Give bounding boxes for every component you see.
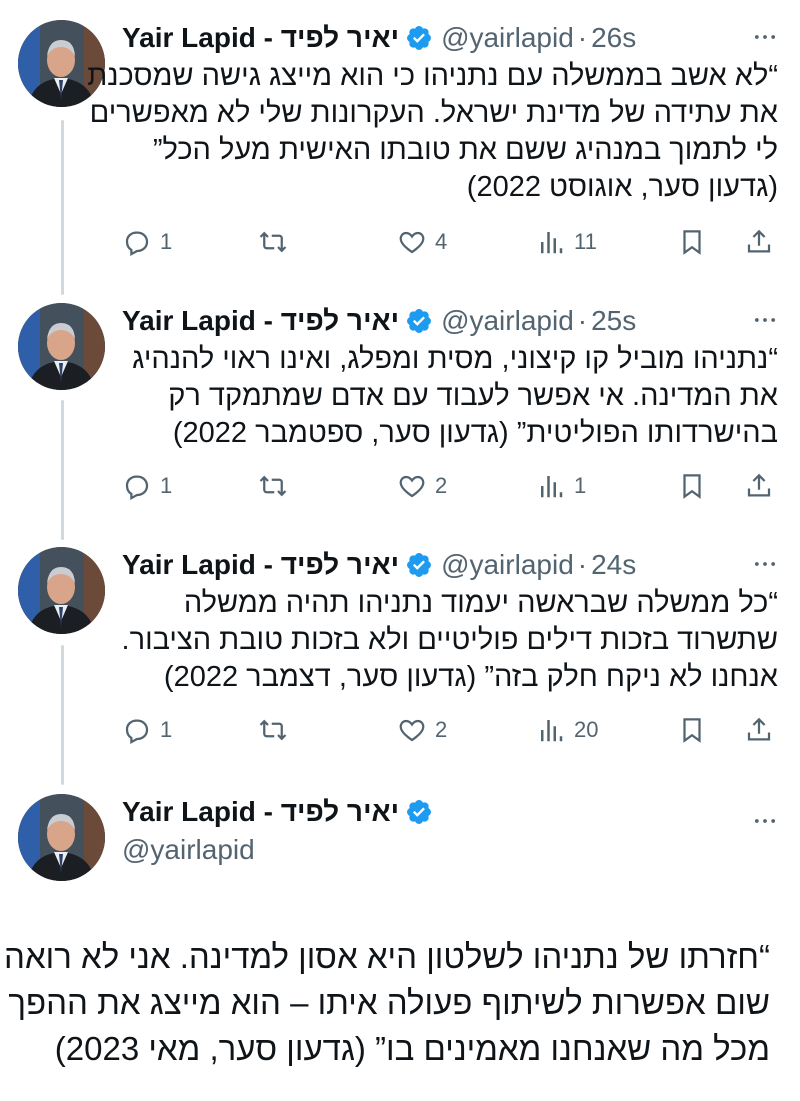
timestamp[interactable]: 25s <box>591 305 636 337</box>
tweet-text: “נתניהו מוביל קו קיצוני, מסית ומפלג, ואי… <box>122 341 778 452</box>
retweet-icon <box>259 231 287 253</box>
like-count: 2 <box>435 717 448 742</box>
tweet-text-line: שום אפשרות לשיתוף פעולה איתו – הוא מייצג… <box>8 984 770 1021</box>
tweet-text-line: “חזרתו של נתניהו לשלטון היא אסון למדינה.… <box>4 938 770 975</box>
tweet-text-line: לי לתמוך במנהיג ששם את טובתו האישית מעל … <box>152 134 778 166</box>
reply-button[interactable]: 1 <box>122 710 172 750</box>
tweet[interactable]: Yair Lapid - יאיר לפיד @yairlapid · 24s … <box>0 547 800 777</box>
reply-button[interactable]: 1 <box>122 222 172 262</box>
tweet-text: “לא אשב בממשלה עם נתניהו כי הוא מייצג גי… <box>87 58 778 206</box>
tweet-text-line: בהישרדותו הפוליטית” (גדעון סער, ספטמבר 2… <box>172 417 778 449</box>
like-count: 4 <box>435 229 448 254</box>
like-button[interactable]: 2 <box>397 466 447 506</box>
heart-icon <box>399 231 425 254</box>
share-icon <box>747 717 771 741</box>
tweet-text-line: (גדעון סער, אוגוסט 2022) <box>466 171 778 203</box>
action-bar: 1 4 11 <box>122 222 778 262</box>
share-button[interactable] <box>744 466 774 506</box>
retweet-button[interactable] <box>258 710 288 750</box>
tweet-text: “כל ממשלה שבראשה יעמוד נתניהו תהיה ממשלה… <box>122 585 778 696</box>
reply-count: 1 <box>160 717 173 742</box>
reply-icon <box>125 719 149 745</box>
author-name[interactable]: Yair Lapid - יאיר לפיד <box>122 305 399 337</box>
avatar[interactable] <box>18 303 105 390</box>
tweet-text-line: “לא אשב בממשלה עם נתניהו כי הוא מייצג גי… <box>87 60 778 92</box>
share-button[interactable] <box>744 222 774 262</box>
bookmark-button[interactable] <box>677 222 707 262</box>
separator-dot: · <box>577 22 588 53</box>
author-handle[interactable]: @yairlapid <box>441 22 574 54</box>
share-button[interactable] <box>744 710 774 750</box>
tweet-text-line: את עתידה של מדינת ישראל. העקרונות שלי לא… <box>89 97 778 129</box>
more-options-icon[interactable] <box>750 549 780 579</box>
views-bar-chart-icon <box>541 476 563 498</box>
author-handle[interactable]: @yairlapid <box>441 305 574 337</box>
more-options-icon[interactable] <box>750 806 780 836</box>
views-button[interactable]: 20 <box>536 710 598 750</box>
view-count: 11 <box>574 229 597 254</box>
separator-dot: · <box>577 549 588 580</box>
verified-badge-icon <box>407 26 432 50</box>
retweet-icon <box>259 719 287 741</box>
author-name[interactable]: Yair Lapid - יאיר לפיד <box>122 796 399 828</box>
main-tweet[interactable]: Yair Lapid - יאיר לפיד @yairlapid “חזרתו… <box>0 794 800 1094</box>
avatar[interactable] <box>18 794 105 881</box>
reply-count: 1 <box>160 473 173 498</box>
author-name[interactable]: Yair Lapid - יאיר לפיד <box>122 549 399 581</box>
views-button[interactable]: 1 <box>536 466 586 506</box>
avatar[interactable] <box>18 547 105 634</box>
reply-icon <box>125 231 149 257</box>
bookmark-button[interactable] <box>677 466 707 506</box>
more-options-icon[interactable] <box>750 22 780 52</box>
author-handle[interactable]: @yairlapid <box>122 834 441 866</box>
bookmark-icon <box>683 230 701 255</box>
like-count: 2 <box>435 473 448 498</box>
timestamp[interactable]: 24s <box>591 549 636 581</box>
like-button[interactable]: 4 <box>397 222 447 262</box>
share-icon <box>747 229 771 253</box>
retweet-icon <box>259 475 287 497</box>
tweet-text-line: “נתניהו מוביל קו קיצוני, מסית ומפלג, ואי… <box>132 343 778 375</box>
verified-badge-icon <box>407 309 432 333</box>
bookmark-icon <box>683 474 701 499</box>
view-count: 20 <box>574 717 599 742</box>
retweet-button[interactable] <box>258 222 288 262</box>
reply-count: 1 <box>160 229 173 254</box>
retweet-button[interactable] <box>258 466 288 506</box>
like-button[interactable]: 2 <box>397 710 447 750</box>
author-name[interactable]: Yair Lapid - יאיר לפיד <box>122 22 399 54</box>
action-bar: 1 2 20 <box>122 710 778 750</box>
tweet[interactable]: Yair Lapid - יאיר לפיד @yairlapid · 26s … <box>0 20 800 270</box>
tweet-text-line: שתשרוד בזכות דילים פוליטיים ולא בזכות טו… <box>121 624 778 656</box>
heart-icon <box>399 475 425 498</box>
reply-icon <box>125 475 149 501</box>
tweet[interactable]: Yair Lapid - יאיר לפיד @yairlapid · 25s … <box>0 303 800 533</box>
share-icon <box>747 473 771 497</box>
heart-icon <box>399 719 425 742</box>
reply-button[interactable]: 1 <box>122 466 172 506</box>
action-bar: 1 2 1 <box>122 466 778 506</box>
view-count: 1 <box>574 473 587 498</box>
author-handle[interactable]: @yairlapid <box>441 549 574 581</box>
separator-dot: · <box>577 305 588 336</box>
verified-badge-icon <box>407 800 432 824</box>
views-bar-chart-icon <box>541 720 563 742</box>
tweet-text-line: את המדינה. אי אפשר לעבוד עם אדם שמתמקד ר… <box>168 380 778 412</box>
views-bar-chart-icon <box>541 232 563 254</box>
bookmark-icon <box>683 718 701 743</box>
main-tweet-text: “חזרתו של נתניהו לשלטון היא אסון למדינה.… <box>4 934 770 1072</box>
bookmark-button[interactable] <box>677 710 707 750</box>
timestamp[interactable]: 26s <box>591 22 636 54</box>
views-button[interactable]: 11 <box>536 222 597 262</box>
tweet-text-line: מכל מה שאנחנו מאמינים בו” (גדעון סער, מא… <box>54 1030 770 1067</box>
tweet-text-line: אנחנו לא ניקח חלק בזה” (גדעון סער, דצמבר… <box>163 661 778 693</box>
more-options-icon[interactable] <box>750 305 780 335</box>
verified-badge-icon <box>407 553 432 577</box>
tweet-text-line: “כל ממשלה שבראשה יעמוד נתניהו תהיה ממשלה <box>183 587 778 619</box>
